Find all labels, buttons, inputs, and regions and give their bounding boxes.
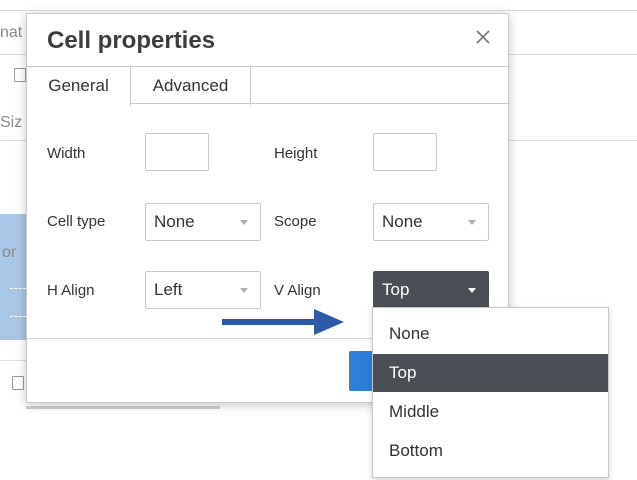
v-align-label: V Align: [274, 282, 321, 299]
v-align-value: Top: [382, 280, 410, 299]
chevron-down-icon: [240, 220, 248, 225]
dialog-title: Cell properties: [47, 27, 216, 54]
close-icon[interactable]: [472, 26, 494, 48]
bg-scrollbar: [26, 406, 220, 409]
bg-dash: [10, 316, 26, 317]
bg-divider-top: [0, 10, 637, 11]
annotation-arrow-icon: [222, 309, 344, 335]
h-align-label: H Align: [47, 282, 95, 299]
menu-item-bottom[interactable]: Bottom: [373, 432, 608, 470]
dialog-tabs: General Advanced: [27, 66, 510, 106]
chevron-down-icon: [240, 288, 248, 293]
scope-select[interactable]: None: [373, 203, 489, 241]
bg-table-highlight: [0, 214, 26, 340]
chevron-down-icon: [468, 220, 476, 225]
bg-divider-3: [0, 360, 26, 361]
chevron-down-icon: [468, 288, 476, 293]
menu-item-middle[interactable]: Middle: [373, 393, 608, 431]
h-align-select[interactable]: Left: [145, 271, 261, 309]
v-align-dropdown-menu: None Top Middle Bottom: [372, 307, 609, 478]
tab-general[interactable]: General: [27, 67, 131, 106]
height-label: Height: [274, 145, 318, 162]
bg-text-fragment: Siz: [0, 114, 23, 131]
menu-item-top[interactable]: Top: [373, 354, 608, 392]
width-label: Width: [47, 145, 86, 162]
tab-advanced[interactable]: Advanced: [131, 67, 251, 105]
v-align-select[interactable]: Top: [373, 271, 489, 309]
cell-type-select[interactable]: None: [145, 203, 261, 241]
cell-type-label: Cell type: [47, 213, 106, 230]
bg-text-fragment: nat: [0, 24, 23, 41]
table-icon: [12, 376, 24, 390]
scope-value: None: [382, 212, 423, 231]
bg-dash: [10, 288, 26, 289]
menu-item-none[interactable]: None: [373, 315, 608, 353]
scope-label: Scope: [274, 213, 317, 230]
image-icon: [14, 68, 26, 82]
h-align-value: Left: [154, 280, 183, 299]
width-input[interactable]: [145, 133, 209, 171]
bg-text-fragment: or: [2, 244, 17, 261]
cell-type-value: None: [154, 212, 195, 231]
height-input[interactable]: [373, 133, 437, 171]
